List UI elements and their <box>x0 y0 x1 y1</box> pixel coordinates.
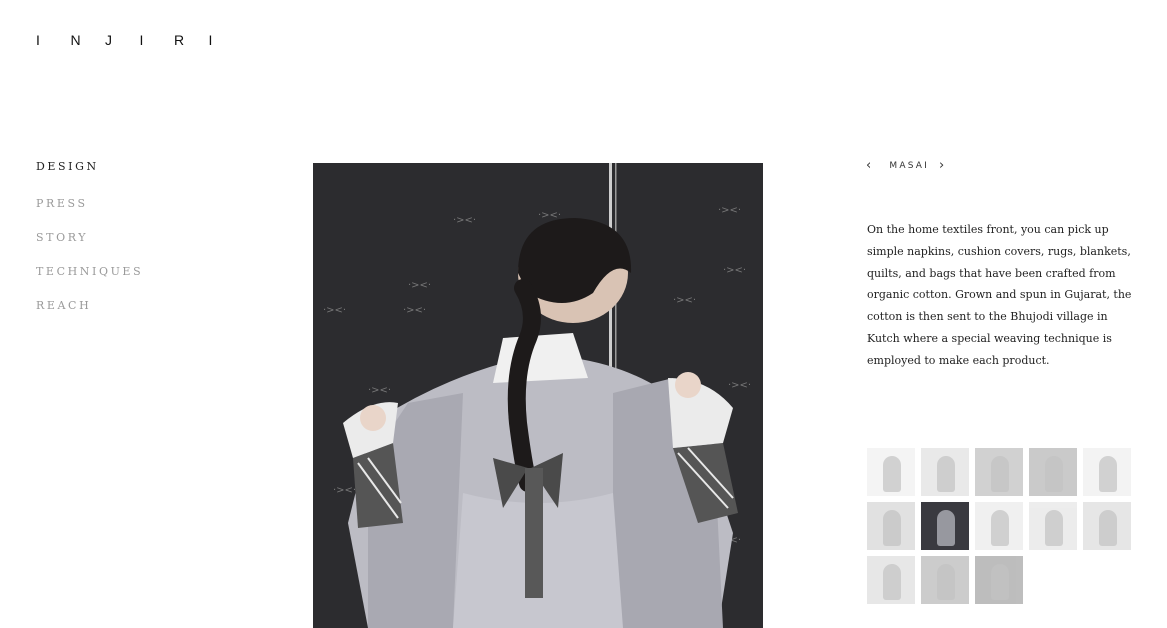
chevron-left-icon[interactable]: ‹ <box>866 159 873 173</box>
collection-description: On the home textiles front, you can pick… <box>867 223 1132 367</box>
svg-text:·><·: ·><· <box>673 295 696 306</box>
thumbnail-figure <box>883 564 901 600</box>
thumbnail[interactable] <box>921 448 969 496</box>
thumbnail-figure <box>1045 456 1063 492</box>
thumbnail[interactable] <box>1083 502 1131 550</box>
thumbnail[interactable] <box>975 448 1023 496</box>
thumbnail[interactable] <box>867 448 915 496</box>
logo-letter: N <box>70 32 81 48</box>
thumbnail[interactable] <box>1029 502 1077 550</box>
svg-text:·><·: ·><· <box>368 385 391 396</box>
main-nav: DESIGN PRESS STORY TECHNIQUES REACH <box>36 160 143 333</box>
thumbnail[interactable] <box>1029 448 1077 496</box>
svg-text:·><·: ·><· <box>408 280 431 291</box>
svg-text:·><·: ·><· <box>333 485 356 496</box>
svg-text:·><·: ·><· <box>723 265 746 276</box>
thumbnail-figure <box>991 564 1009 600</box>
logo-letter: I <box>139 32 144 48</box>
thumbnail-figure <box>1045 510 1063 546</box>
logo-letter: R <box>174 32 185 48</box>
svg-text:·><·: ·><· <box>718 205 741 216</box>
hero-photo: ·><· ·><· ·><· ·><· ·><· ·><· ·><· ·><· … <box>313 163 763 628</box>
nav-item-techniques[interactable]: TECHNIQUES <box>36 265 143 279</box>
nav-item-story[interactable]: STORY <box>36 231 143 245</box>
thumbnail-figure <box>991 510 1009 546</box>
thumbnail-figure <box>1099 456 1117 492</box>
thumbnail-figure <box>937 510 955 546</box>
nav-item-design[interactable]: DESIGN <box>36 160 143 174</box>
svg-text:·><·: ·><· <box>453 215 476 226</box>
logo-letter: I <box>208 32 213 48</box>
svg-text:·><·: ·><· <box>538 210 561 221</box>
thumbnail-figure <box>1099 510 1117 546</box>
thumbnail[interactable] <box>975 502 1023 550</box>
svg-text:·><·: ·><· <box>728 380 751 391</box>
collection-title: MASAI <box>889 161 930 171</box>
thumbnail[interactable] <box>975 556 1023 604</box>
thumbnail[interactable] <box>867 556 915 604</box>
logo-letter: J <box>105 32 112 48</box>
thumbnail[interactable] <box>867 502 915 550</box>
thumbnail-figure <box>937 564 955 600</box>
thumbnail-figure <box>883 456 901 492</box>
logo-letter: I <box>36 32 40 48</box>
nav-item-reach[interactable]: REACH <box>36 299 143 313</box>
svg-text:·><·: ·><· <box>323 305 346 316</box>
thumbnail[interactable] <box>921 556 969 604</box>
collection-pager: ‹ MASAI › <box>866 159 946 173</box>
thumbnail-figure <box>937 456 955 492</box>
thumbnail-figure <box>991 456 1009 492</box>
hero-image: ·><· ·><· ·><· ·><· ·><· ·><· ·><· ·><· … <box>313 163 763 628</box>
nav-item-press[interactable]: PRESS <box>36 197 143 211</box>
thumbnail[interactable] <box>921 502 969 550</box>
chevron-right-icon[interactable]: › <box>939 159 946 173</box>
svg-text:·><·: ·><· <box>403 305 426 316</box>
thumbnail-figure <box>883 510 901 546</box>
thumbnail[interactable] <box>1083 448 1131 496</box>
brand-logo[interactable]: I N J I R I <box>36 32 243 48</box>
